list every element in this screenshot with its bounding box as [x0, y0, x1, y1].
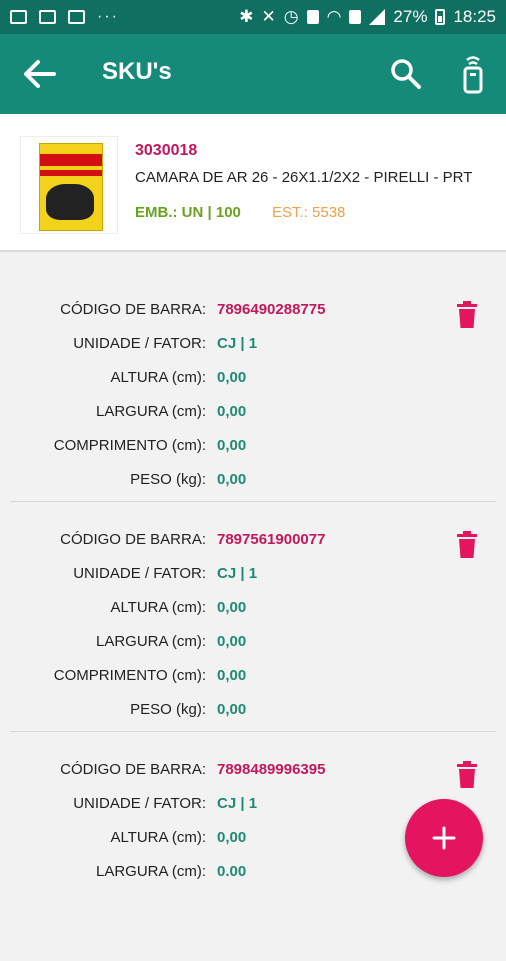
width-row: LARGURA (cm): 0,00: [10, 403, 450, 425]
back-button[interactable]: [20, 54, 60, 94]
search-button[interactable]: [388, 56, 424, 92]
width-label: LARGURA (cm):: [95, 863, 206, 880]
delete-sku-button[interactable]: [455, 761, 479, 789]
trash-icon: [457, 761, 477, 788]
unit-label: UNIDADE / FATOR:: [73, 335, 206, 352]
unit-value: CJ | 1: [217, 335, 258, 352]
sku-item: CÓDIGO DE BARRA: 7896490288775 UNIDADE /…: [10, 272, 496, 502]
barcode-value: 7897561900077: [217, 531, 326, 548]
height-value: 0,00: [217, 599, 247, 616]
length-label: COMPRIMENTO (cm):: [53, 667, 206, 684]
plus-icon: [432, 826, 456, 850]
barcode-row: CÓDIGO DE BARRA: 7896490288775: [10, 301, 450, 323]
trash-icon: [457, 531, 477, 558]
width-label: LARGURA (cm):: [95, 403, 206, 420]
barcode-label: CÓDIGO DE BARRA:: [60, 531, 206, 548]
calendar-icon: [68, 10, 85, 24]
product-code: 3030018: [135, 142, 198, 159]
height-row: ALTURA (cm): 0,00: [10, 829, 450, 851]
height-row: ALTURA (cm): 0,00: [10, 599, 450, 621]
battery-icon: [435, 9, 446, 25]
barcode-row: CÓDIGO DE BARRA: 7897561900077: [10, 531, 450, 553]
height-label: ALTURA (cm):: [110, 369, 206, 386]
packaging-info: EMB.: UN | 100: [135, 204, 241, 221]
height-label: ALTURA (cm):: [110, 829, 206, 846]
remote-scan-button[interactable]: [458, 54, 488, 94]
height-value: 0,00: [217, 369, 247, 386]
stock-info: EST.: 5538: [272, 204, 346, 221]
trash-icon: [457, 301, 477, 328]
length-row: COMPRIMENTO (cm): 0,00: [10, 437, 450, 459]
weight-label: PESO (kg):: [130, 701, 206, 718]
product-image: [20, 136, 118, 234]
weight-row: PESO (kg): 0,00: [10, 471, 450, 493]
product-name: CAMARA DE AR 26 - 26X1.1/2X2 - PIRELLI -…: [135, 169, 473, 186]
message-icon: [39, 10, 56, 24]
barcode-label: CÓDIGO DE BARRA:: [60, 761, 206, 778]
app-bar: SKU's: [0, 34, 506, 114]
sku-item: CÓDIGO DE BARRA: 7897561900077 UNIDADE /…: [10, 502, 496, 732]
volte-icon: [306, 10, 319, 24]
width-value: 0,00: [217, 403, 247, 420]
remote-icon: [463, 56, 483, 94]
battery-level: 27%: [393, 7, 428, 26]
more-icon: ···: [97, 8, 119, 25]
length-value: 0,00: [217, 437, 247, 454]
weight-value: 0,00: [217, 701, 247, 718]
product-card: 3030018 CAMARA DE AR 26 - 26X1.1/2X2 - P…: [0, 114, 506, 252]
height-label: ALTURA (cm):: [110, 599, 206, 616]
width-value: 0,00: [217, 633, 247, 650]
barcode-label: CÓDIGO DE BARRA:: [60, 301, 206, 318]
unit-label: UNIDADE / FATOR:: [73, 565, 206, 582]
unit-value: CJ | 1: [217, 565, 258, 582]
search-icon: [391, 59, 421, 89]
weight-row: PESO (kg): 0,00: [10, 701, 450, 723]
height-value: 0,00: [217, 829, 247, 846]
delete-sku-button[interactable]: [455, 531, 479, 559]
height-row: ALTURA (cm): 0,00: [10, 369, 450, 391]
mute-icon: ✕: [261, 7, 276, 26]
package-image: [39, 143, 103, 231]
delete-sku-button[interactable]: [455, 301, 479, 329]
signal-icon: [369, 9, 386, 25]
unit-row: UNIDADE / FATOR: CJ | 1: [10, 565, 450, 587]
length-value: 0,00: [217, 667, 247, 684]
width-row: LARGURA (cm): 0,00: [10, 633, 450, 655]
weight-label: PESO (kg):: [130, 471, 206, 488]
length-label: COMPRIMENTO (cm):: [53, 437, 206, 454]
weight-value: 0,00: [217, 471, 247, 488]
barcode-value: 7898489996395: [217, 761, 326, 778]
unit-row: UNIDADE / FATOR: CJ | 1: [10, 795, 450, 817]
unit-label: UNIDADE / FATOR:: [73, 795, 206, 812]
sim-icon: [349, 10, 362, 24]
length-row: COMPRIMENTO (cm): 0,00: [10, 667, 450, 689]
width-row: LARGURA (cm): 0.00: [10, 863, 450, 885]
barcode-value: 7896490288775: [217, 301, 326, 318]
width-label: LARGURA (cm):: [95, 633, 206, 650]
barcode-row: CÓDIGO DE BARRA: 7898489996395: [10, 761, 450, 783]
width-value: 0.00: [217, 863, 247, 880]
add-sku-button[interactable]: [405, 799, 483, 877]
bluetooth-icon: ✱: [239, 7, 254, 26]
alarm-icon: ◷: [283, 7, 299, 26]
status-bar: ··· ✱ ✕ ◷ ◠ 27% 18:25: [0, 0, 506, 34]
image-icon: [10, 10, 27, 24]
wifi-icon: ◠: [326, 7, 342, 26]
unit-value: CJ | 1: [217, 795, 258, 812]
clock: 18:25: [453, 7, 496, 26]
back-arrow-icon: [24, 60, 56, 88]
page-title: SKU's: [102, 58, 172, 85]
unit-row: UNIDADE / FATOR: CJ | 1: [10, 335, 450, 357]
